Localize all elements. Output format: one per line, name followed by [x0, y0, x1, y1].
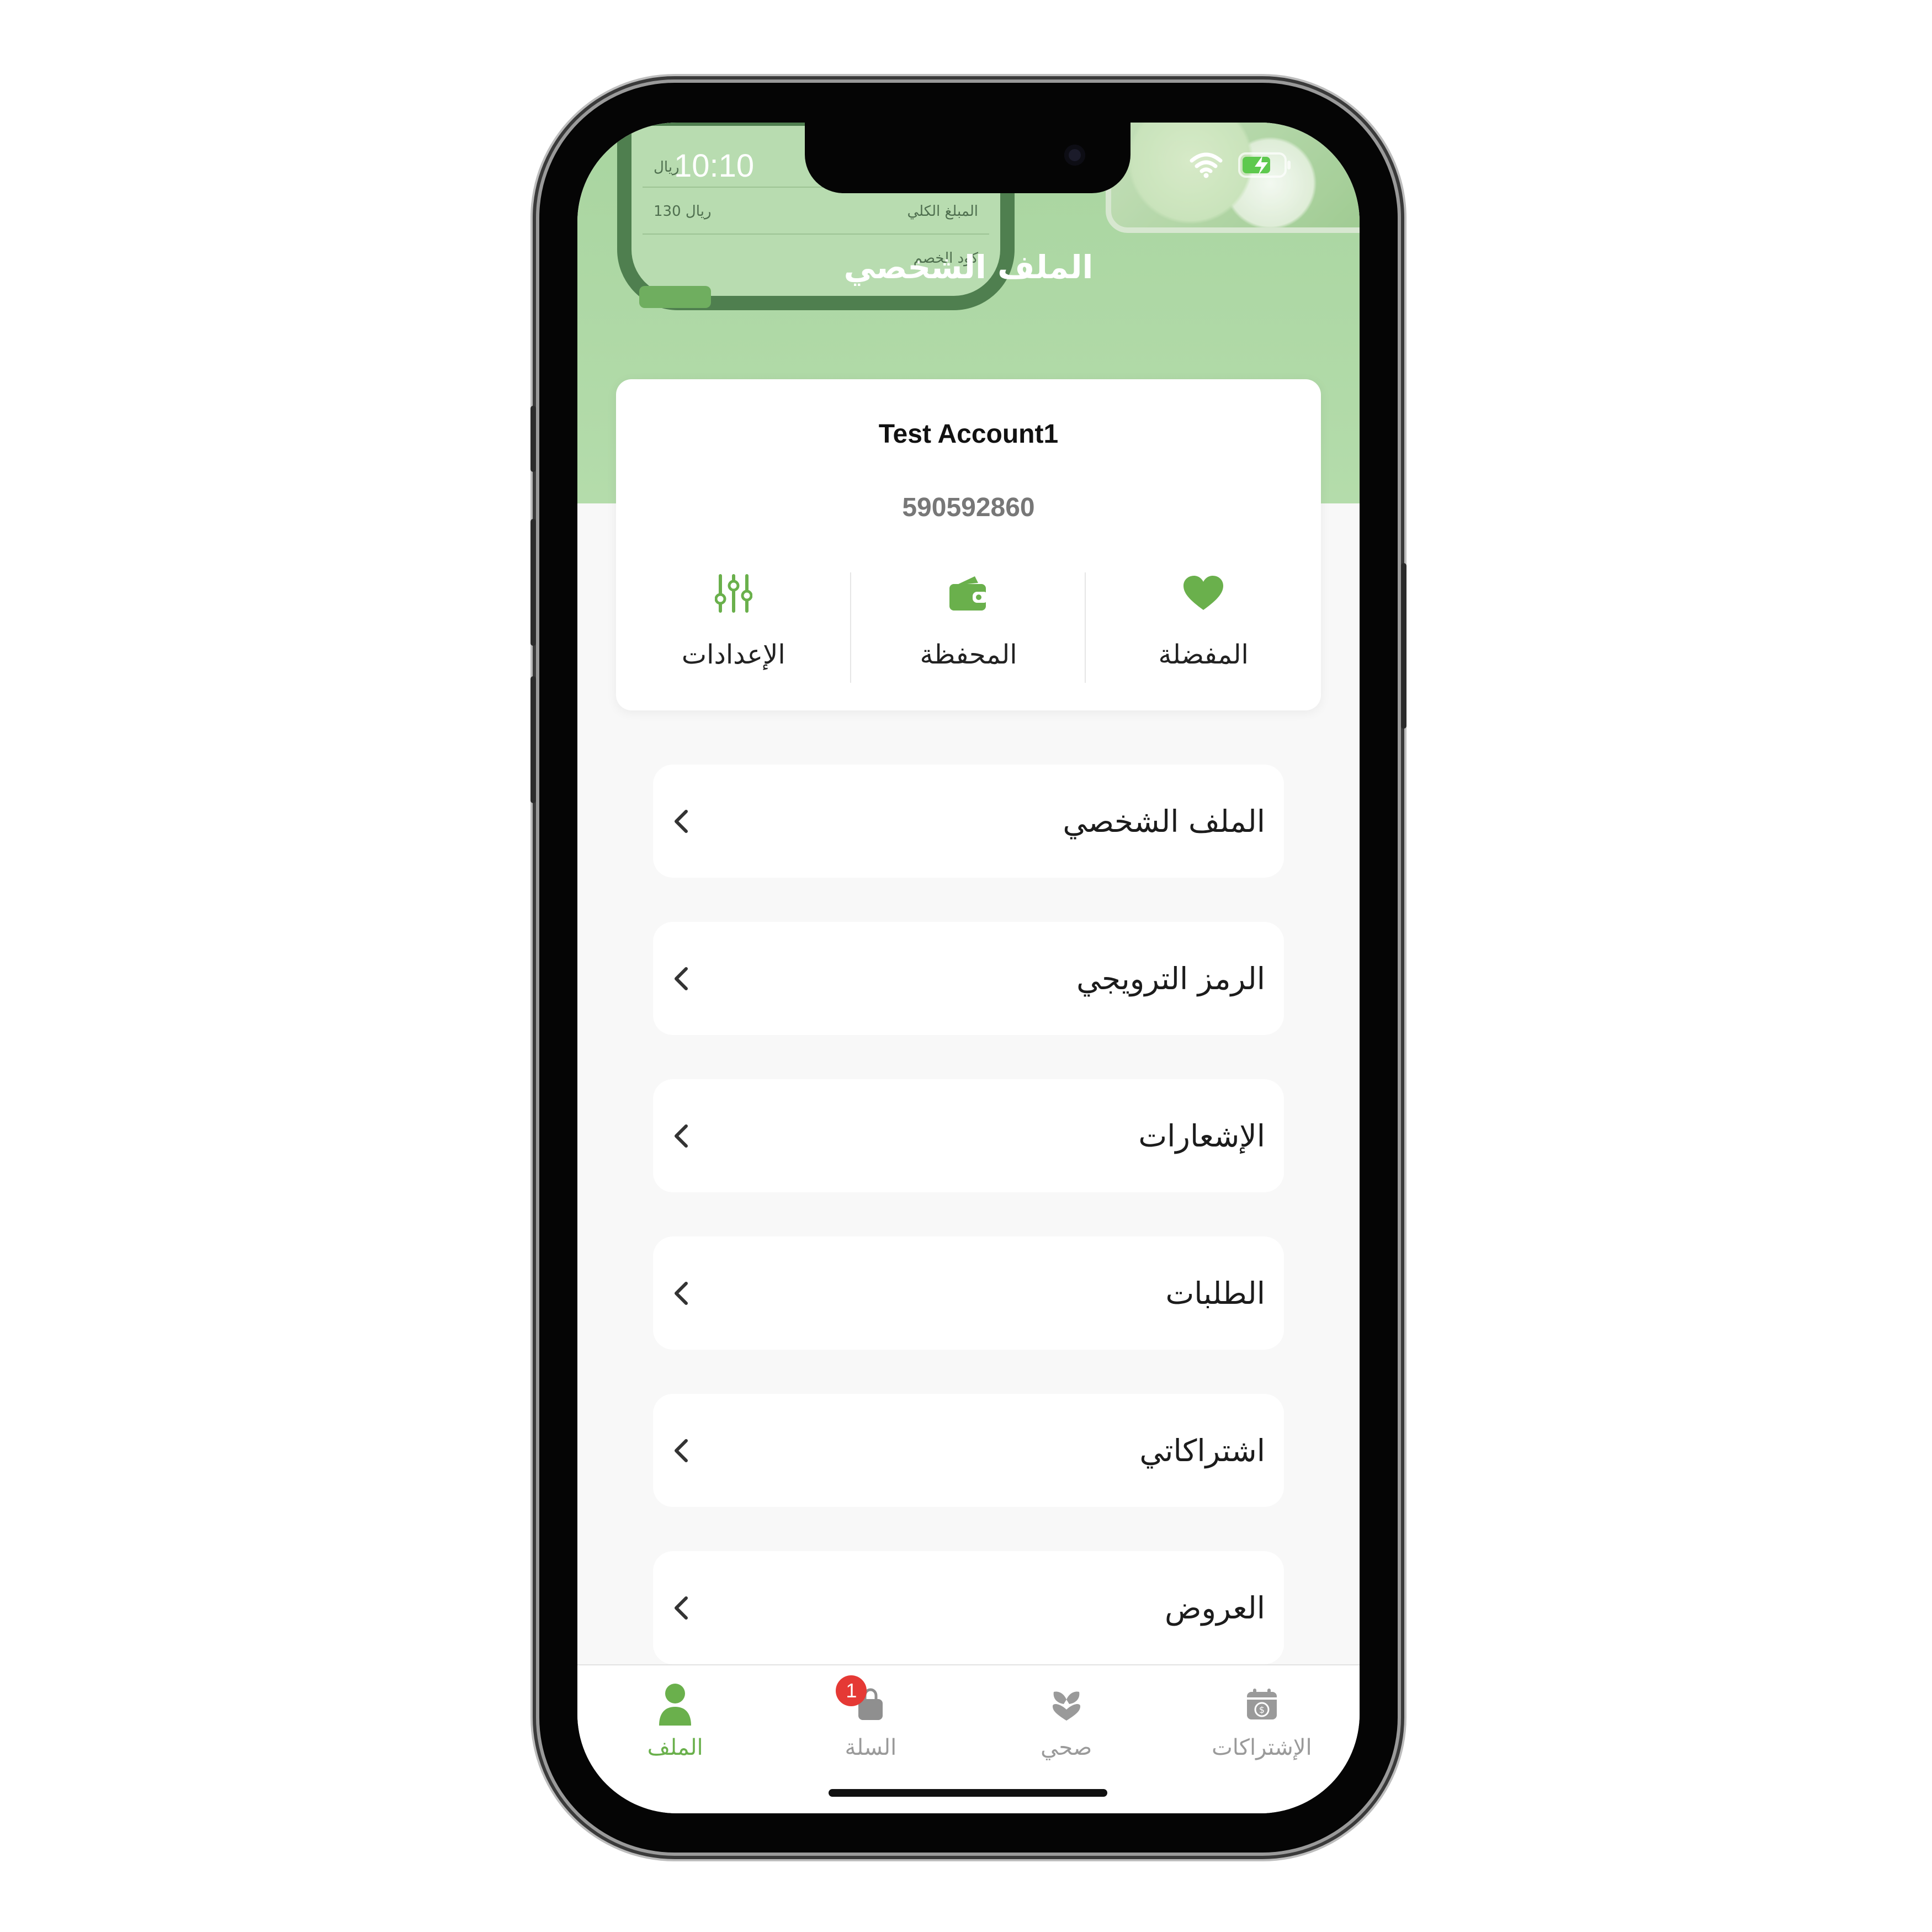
wallet-label: المحفظة [920, 639, 1017, 670]
camera-icon [1064, 145, 1085, 166]
receipt-divider [643, 233, 989, 235]
bottom-tab-bar: الملف 1 السلة صحي $ الإشتراكات [577, 1664, 1360, 1813]
tab-label: الإشتراكات [1212, 1735, 1312, 1760]
volume-up-button [530, 519, 536, 646]
menu-item-label: العروض [1165, 1590, 1265, 1626]
tab-label: الملف [647, 1735, 703, 1760]
receipt-row2-left: 130 ريال [654, 203, 712, 220]
tab-label: صحي [1041, 1735, 1092, 1760]
chevron-left-icon [672, 967, 694, 990]
menu-item-orders[interactable]: الطلبات [653, 1236, 1284, 1350]
account-phone: 590592860 [902, 493, 1035, 522]
volume-down-button [530, 676, 536, 803]
receipt-button [639, 286, 711, 308]
wallet-icon [948, 570, 989, 617]
chevron-left-icon [672, 1124, 694, 1148]
menu-item-my-subscriptions[interactable]: اشتراكاتي [653, 1394, 1284, 1507]
profile-menu: الملف الشخصي الرمز الترويجي الإشعارات ال… [653, 765, 1284, 1708]
wifi-icon [1190, 152, 1223, 181]
person-icon [658, 1680, 692, 1729]
settings-button[interactable]: الإعدادات [616, 570, 851, 686]
battery-charging-icon [1238, 151, 1293, 181]
cart-badge: 1 [836, 1675, 867, 1706]
tab-profile[interactable]: الملف [577, 1665, 773, 1813]
menu-item-promo-code[interactable]: الرمز الترويجي [653, 922, 1284, 1035]
menu-item-label: اشتراكاتي [1139, 1432, 1265, 1468]
mute-switch [530, 406, 536, 472]
menu-item-profile[interactable]: الملف الشخصي [653, 765, 1284, 878]
tab-subscriptions[interactable]: $ الإشتراكات [1164, 1665, 1360, 1813]
favorites-button[interactable]: المفضلة [1086, 570, 1321, 686]
menu-item-label: الإشعارات [1138, 1118, 1265, 1154]
receipt-row2-right: المبلغ الكلي [907, 203, 978, 220]
leaf-heart-icon [1049, 1680, 1084, 1729]
power-button [1401, 563, 1406, 729]
settings-label: الإعدادات [681, 639, 785, 670]
svg-text:$: $ [1259, 1705, 1265, 1715]
app-screen: ريال 130 ريال المبلغ الكلي كود الخصم 10:… [577, 123, 1360, 1813]
tab-label: السلة [845, 1735, 897, 1760]
menu-item-offers[interactable]: العروض [653, 1551, 1284, 1664]
page-title: الملف الشخصي [843, 248, 1094, 286]
status-time: 10:10 [674, 148, 755, 184]
menu-item-label: الملف الشخصي [1063, 803, 1265, 839]
bag-icon: 1 [836, 1675, 884, 1729]
calendar-dollar-icon: $ [1245, 1680, 1278, 1729]
notch [805, 123, 1130, 193]
chevron-left-icon [672, 1439, 694, 1462]
menu-item-notifications[interactable]: الإشعارات [653, 1079, 1284, 1192]
profile-card: Test Account1 590592860 المفضلة المحفظة … [616, 379, 1321, 710]
heart-icon [1183, 570, 1224, 617]
chevron-left-icon [672, 809, 694, 833]
account-name: Test Account1 [878, 420, 1059, 449]
chevron-left-icon [672, 1281, 694, 1305]
status-icons [1190, 151, 1293, 181]
home-indicator [829, 1789, 1107, 1797]
chevron-left-icon [672, 1596, 694, 1620]
phone-frame: ريال 130 ريال المبلغ الكلي كود الخصم 10:… [530, 83, 1406, 1853]
menu-item-label: الطلبات [1165, 1275, 1266, 1311]
wallet-button[interactable]: المحفظة [851, 570, 1086, 686]
profile-actions: المفضلة المحفظة الإعدادات [616, 570, 1321, 686]
sliders-icon [714, 570, 752, 617]
favorites-label: المفضلة [1158, 639, 1249, 670]
menu-item-label: الرمز الترويجي [1076, 960, 1265, 996]
